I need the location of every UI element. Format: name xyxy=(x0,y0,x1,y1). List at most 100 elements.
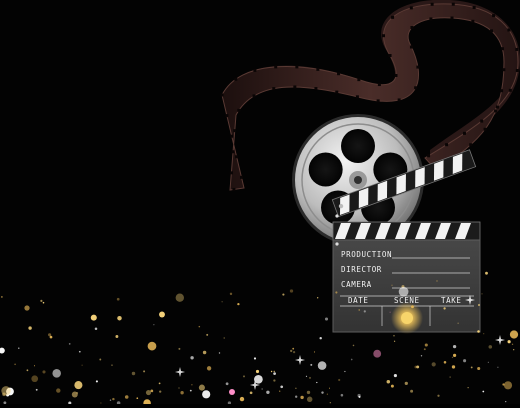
sparkle-dot xyxy=(300,396,303,399)
sprocket-hole xyxy=(414,86,417,89)
sparkle-dot xyxy=(309,377,311,379)
sparkle-dot xyxy=(314,351,315,352)
sprocket-hole xyxy=(377,99,380,102)
sprocket-hole xyxy=(274,65,277,68)
sparkle-dot xyxy=(143,399,151,404)
clapboard-column-label: TAKE xyxy=(441,296,461,305)
sparkle-dot xyxy=(458,323,459,324)
sparkle-dot xyxy=(203,351,206,354)
sparkle-dot xyxy=(358,309,359,310)
sparkle-dot xyxy=(295,388,296,389)
sparkle-dot xyxy=(485,272,488,275)
sparkle-dot xyxy=(282,294,284,296)
sprocket-hole xyxy=(337,72,340,75)
sparkle-dot xyxy=(132,372,135,375)
sparkle-dot xyxy=(100,402,101,403)
sprocket-hole xyxy=(221,94,224,97)
sprocket-hole xyxy=(410,26,413,29)
sprocket-hole xyxy=(314,87,317,90)
sprocket-hole xyxy=(509,89,512,92)
sprocket-hole xyxy=(427,154,430,157)
clapboard-column-label: DATE xyxy=(348,296,368,305)
sparkle-dot xyxy=(243,375,245,377)
sparkle-dot xyxy=(444,361,447,364)
sparkle-dot xyxy=(207,366,211,370)
sprocket-hole xyxy=(492,14,495,17)
sparkle-dot xyxy=(82,365,83,366)
sprocket-hole xyxy=(230,135,233,138)
sprocket-hole xyxy=(391,16,394,19)
sprocket-hole xyxy=(234,78,237,81)
sprocket-hole xyxy=(501,47,504,50)
sparkle-dot xyxy=(341,394,344,397)
sparkle-dot xyxy=(504,381,512,389)
sparkle-dot xyxy=(110,399,111,400)
sprocket-hole xyxy=(357,78,360,81)
sparkle-dot xyxy=(443,307,445,309)
sprocket-hole xyxy=(502,68,505,71)
sparkle-dot xyxy=(344,371,345,372)
sparkle-dot xyxy=(1,296,3,298)
sparkle-dot xyxy=(290,289,293,292)
sprocket-hole xyxy=(516,69,519,72)
sparkle-dot xyxy=(136,397,138,399)
sparkle-dot xyxy=(477,367,480,370)
sparkle-dot xyxy=(513,349,514,350)
sprocket-hole xyxy=(484,128,487,131)
sparkle-dot xyxy=(307,397,312,402)
sparkle-dot xyxy=(271,371,272,372)
sparkle-dot xyxy=(56,388,60,392)
sprocket-hole xyxy=(382,34,385,37)
sparkle-dot xyxy=(394,341,395,342)
sparkle-dot xyxy=(391,285,392,286)
sparkle-dot xyxy=(199,385,205,391)
sparkle-dot xyxy=(477,330,480,333)
sparkle-dot xyxy=(453,354,456,357)
sparkle-dot xyxy=(306,376,307,377)
sparkle-dot xyxy=(463,359,466,362)
sparkle-dot xyxy=(34,365,35,366)
sparkle-dot xyxy=(74,381,82,389)
glow-light-core xyxy=(401,312,413,324)
sparkle-dot xyxy=(452,365,455,368)
sparkle-dot xyxy=(437,395,439,397)
sparkle-dot xyxy=(393,335,395,337)
sprocket-hole xyxy=(316,68,319,71)
twinkle-star xyxy=(295,355,305,365)
sparkle-dot xyxy=(14,364,16,366)
sparkle-dot xyxy=(219,352,220,353)
sparkle-dot xyxy=(31,375,38,382)
sparkle-dot xyxy=(416,365,419,368)
sprocket-hole xyxy=(233,129,236,132)
sparkle-dot xyxy=(159,312,165,318)
sparkle-dot xyxy=(52,369,61,378)
sparkle-dot xyxy=(99,359,101,361)
sparkle-dot xyxy=(307,391,310,394)
sparkle-dot xyxy=(335,291,337,293)
sparkle-dot xyxy=(483,333,484,334)
sprocket-hole xyxy=(232,188,235,191)
movie-background-illustration: PRODUCTIONDIRECTORCAMERA DATESCENETAKE xyxy=(0,0,520,404)
sparkle-dot xyxy=(329,388,330,389)
sparkle-dot xyxy=(292,348,294,350)
sparkle-dot xyxy=(190,356,193,359)
sparkle-dot xyxy=(425,343,428,346)
clapboard-row-label: PRODUCTION xyxy=(341,250,392,259)
sparkle-dot xyxy=(250,391,253,394)
sprocket-hole xyxy=(253,94,256,97)
sparkle-dot xyxy=(0,348,5,354)
sparkle-dot xyxy=(450,377,451,378)
sparkle-dot xyxy=(256,370,259,373)
sparkle-dot xyxy=(512,344,513,345)
sparkle-dot xyxy=(226,382,229,385)
sparkle-dot xyxy=(111,364,112,365)
sparkle-dot xyxy=(178,387,179,388)
sprocket-hole xyxy=(451,17,454,20)
sparkle-dot xyxy=(199,326,201,328)
sparkle-dot xyxy=(330,402,331,403)
sparkle-dot xyxy=(436,280,437,281)
sprocket-hole xyxy=(507,28,510,31)
sparkle-dot xyxy=(254,357,256,359)
sparkle-dot xyxy=(399,287,409,297)
sparkle-dot xyxy=(117,316,122,321)
